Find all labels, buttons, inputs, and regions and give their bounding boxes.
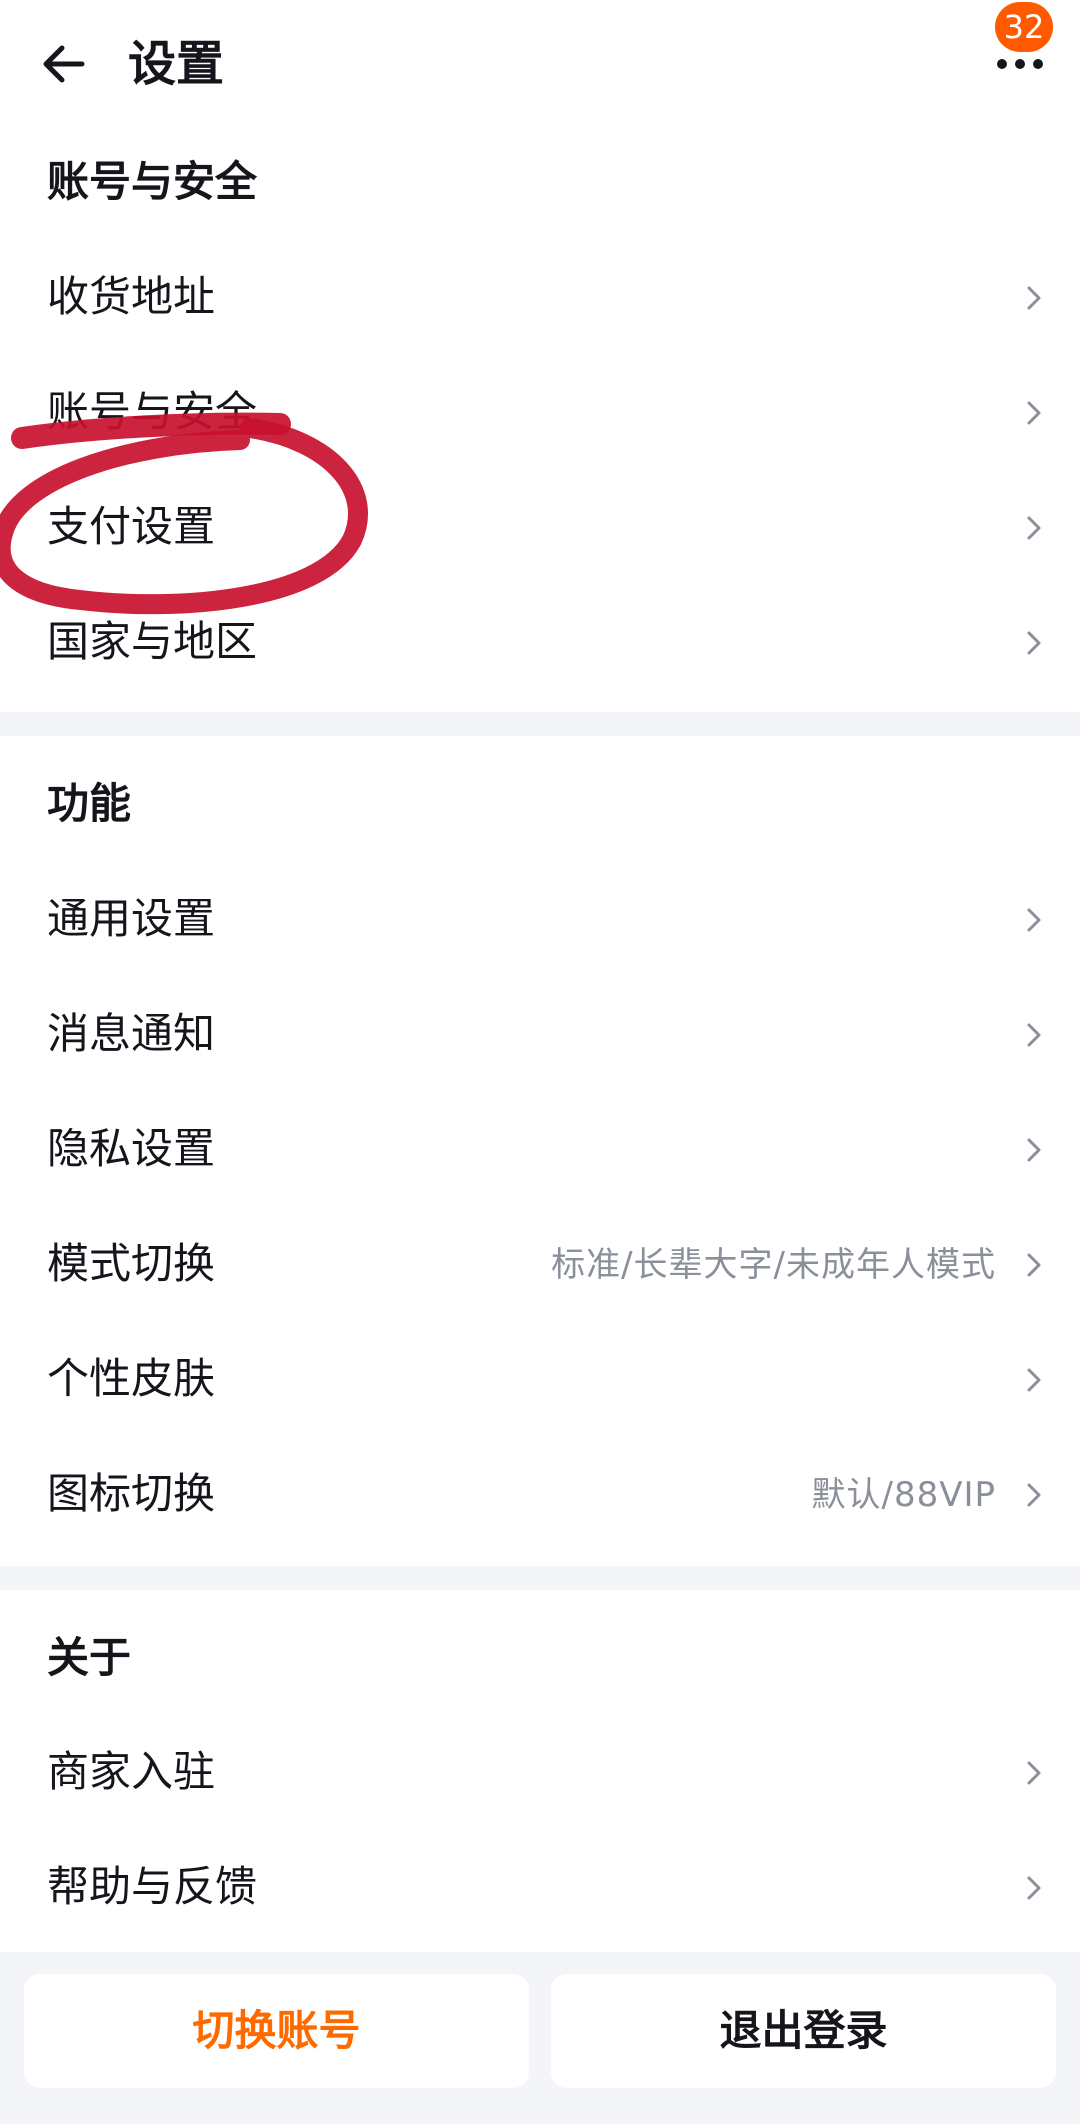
row-label: 消息通知: [47, 1009, 216, 1058]
row-label: 图标切换: [47, 1469, 216, 1518]
chevron-right-icon: [1027, 1876, 1041, 1900]
row-label: 隐私设置: [47, 1124, 216, 1173]
row-country-region[interactable]: 国家与地区: [0, 585, 1080, 700]
row-account-security[interactable]: 账号与安全: [0, 355, 1080, 470]
top-bar: 设置 32: [0, 0, 1080, 130]
chevron-right-icon: [1027, 1483, 1041, 1507]
section-about: 关于 商家入驻 帮助与反馈: [0, 1590, 1080, 1952]
chevron-right-icon: [1027, 401, 1041, 425]
row-general-settings[interactable]: 通用设置: [0, 862, 1080, 977]
row-label: 帮助与反馈: [47, 1862, 258, 1911]
footer-actions: 切换账号 退出登录: [0, 1952, 1080, 2124]
row-payment-settings[interactable]: 支付设置: [0, 470, 1080, 585]
section-account-security: 账号与安全 收货地址 账号与安全 支付设置 国家与地区: [0, 130, 1080, 712]
row-mode-switch[interactable]: 模式切换 标准/长辈大字/未成年人模式: [0, 1207, 1080, 1322]
row-label: 收货地址: [47, 272, 216, 321]
row-value: 标准/长辈大字/未成年人模式: [551, 1245, 996, 1285]
row-value: 默认/88VIP: [811, 1475, 996, 1515]
arrow-left-icon: [43, 45, 85, 83]
chevron-right-icon: [1027, 1761, 1041, 1785]
row-label: 支付设置: [47, 502, 216, 551]
back-button[interactable]: [38, 38, 90, 90]
row-privacy-settings[interactable]: 隐私设置: [0, 1092, 1080, 1207]
logout-button[interactable]: 退出登录: [551, 1974, 1056, 2088]
row-label: 国家与地区: [47, 617, 258, 666]
chevron-right-icon: [1027, 1138, 1041, 1162]
row-label: 模式切换: [47, 1239, 216, 1288]
section-title: 账号与安全: [47, 157, 258, 206]
chevron-right-icon: [1027, 1368, 1041, 1392]
row-label: 通用设置: [47, 894, 216, 943]
page-title: 设置: [128, 36, 225, 92]
chevron-right-icon: [1027, 1023, 1041, 1047]
section-features: 功能 通用设置 消息通知 隐私设置 模式切换 标准/长辈大字/未成年人模式 个性…: [0, 736, 1080, 1566]
row-merchant-join[interactable]: 商家入驻: [0, 1715, 1080, 1830]
chevron-right-icon: [1027, 631, 1041, 655]
row-label: 商家入驻: [47, 1747, 216, 1796]
chevron-right-icon: [1027, 286, 1041, 310]
row-notifications[interactable]: 消息通知: [0, 977, 1080, 1092]
row-label: 账号与安全: [47, 387, 258, 436]
chevron-right-icon: [1027, 1253, 1041, 1277]
row-personal-skin[interactable]: 个性皮肤: [0, 1322, 1080, 1437]
section-title: 关于: [47, 1633, 132, 1682]
chevron-right-icon: [1027, 908, 1041, 932]
chevron-right-icon: [1027, 516, 1041, 540]
row-shipping-address[interactable]: 收货地址: [0, 240, 1080, 355]
row-icon-switch[interactable]: 图标切换 默认/88VIP: [0, 1437, 1080, 1552]
switch-account-button[interactable]: 切换账号: [24, 1974, 529, 2088]
notification-badge: 32: [995, 2, 1053, 52]
row-label: 个性皮肤: [47, 1354, 216, 1403]
section-title: 功能: [47, 779, 132, 828]
row-help-feedback[interactable]: 帮助与反馈: [0, 1830, 1080, 1945]
